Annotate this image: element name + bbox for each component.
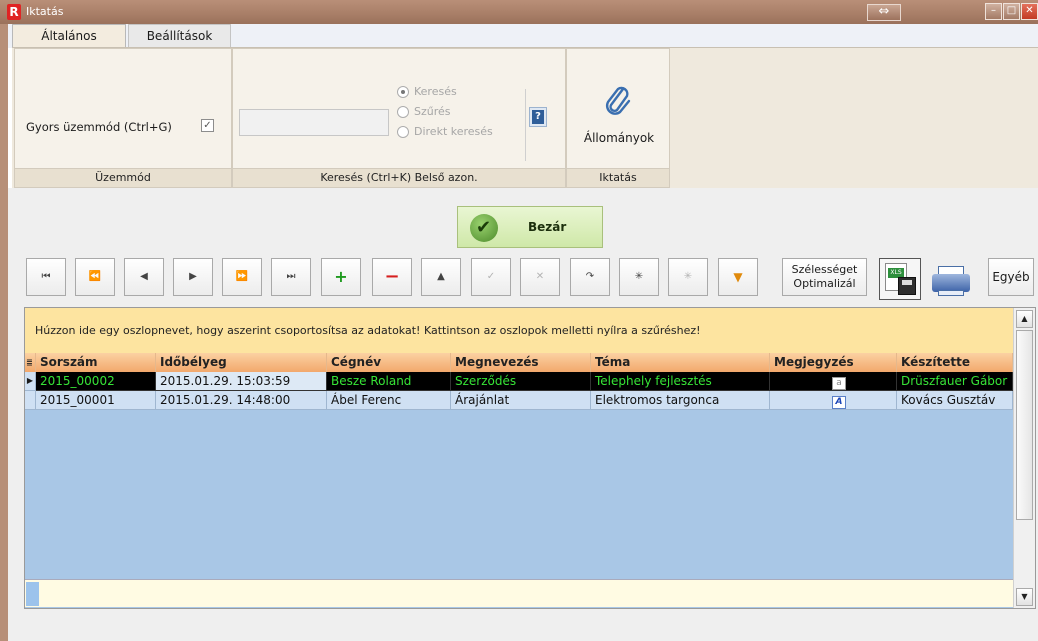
filing-group-title: Iktatás: [567, 168, 669, 187]
title-bar: R Iktatás ⇔ – □ ✕: [0, 0, 1038, 24]
scroll-up-button[interactable]: ▲: [1016, 310, 1033, 328]
table-row[interactable]: ▶ 2015_00002 2015.01.29. 15:03:59 Besze …: [25, 372, 1013, 391]
window-left-border: [0, 24, 8, 641]
search-group-title: Keresés (Ctrl+K) Belső azon.: [233, 168, 565, 187]
column-chooser-icon[interactable]: ≣: [25, 353, 36, 372]
prev-record-button[interactable]: ◀: [124, 258, 164, 296]
close-button[interactable]: Bezár: [457, 206, 603, 248]
quick-mode-checkbox[interactable]: ✓: [201, 119, 214, 132]
column-header-serial[interactable]: Sorszám: [36, 353, 156, 372]
radio-search-label: Keresés: [414, 85, 457, 98]
paperclip-icon[interactable]: [603, 85, 633, 119]
window-title: Iktatás: [26, 5, 64, 18]
next-record-button[interactable]: ▶: [173, 258, 213, 296]
post-edit-button[interactable]: ✓: [471, 258, 511, 296]
refresh-button[interactable]: ↷: [570, 258, 610, 296]
cell-name[interactable]: Árajánlat: [451, 391, 591, 410]
cell-author[interactable]: Kovács Gusztáv: [897, 391, 1013, 410]
optimize-width-label-line2: Optimalizál: [793, 277, 856, 290]
scroll-thumb[interactable]: [1016, 330, 1033, 520]
delete-record-button[interactable]: −: [372, 258, 412, 296]
next-page-button[interactable]: ⏩: [222, 258, 262, 296]
cell-name[interactable]: Szerződés: [451, 372, 591, 391]
cancel-edit-button[interactable]: ✕: [520, 258, 560, 296]
data-grid: Húzzon ide egy oszlopnevet, hogy aszerin…: [24, 307, 1036, 609]
save-disk-icon: [898, 277, 916, 295]
optimize-width-label-line1: Szélességet: [791, 263, 858, 276]
mode-group: Gyors üzemmód (Ctrl+G) ✓ Üzemmód: [14, 48, 232, 188]
last-record-button[interactable]: ⏭: [271, 258, 311, 296]
cell-company[interactable]: Besze Roland: [327, 372, 451, 391]
help-icon: ?: [532, 110, 544, 124]
cell-topic[interactable]: Telephely fejlesztés: [591, 372, 770, 391]
cell-timestamp[interactable]: 2015.01.29. 14:48:00: [156, 391, 327, 410]
add-record-button[interactable]: +: [321, 258, 361, 296]
tab-settings[interactable]: Beállítások: [128, 24, 231, 48]
radio-direct-search-indicator[interactable]: [397, 125, 409, 138]
close-window-button[interactable]: ✕: [1021, 3, 1038, 20]
optimize-width-button[interactable]: Szélességet Optimalizál: [782, 258, 867, 296]
print-button[interactable]: [930, 258, 972, 300]
grid-footer-row: [25, 579, 1013, 607]
group-by-panel[interactable]: Húzzon ide egy oszlopnevet, hogy aszerin…: [25, 308, 1013, 353]
footer-indicator: [26, 582, 39, 606]
resize-arrows-button[interactable]: ⇔: [867, 4, 901, 21]
vertical-scrollbar[interactable]: ▲ ▼: [1013, 308, 1035, 608]
mode-group-title: Üzemmód: [15, 168, 231, 187]
help-button[interactable]: ?: [529, 107, 547, 127]
row-indicator-empty: [25, 391, 36, 410]
cell-serial[interactable]: 2015_00001: [36, 391, 156, 410]
table-row[interactable]: 2015_00001 2015.01.29. 14:48:00 Ábel Fer…: [25, 391, 1013, 410]
column-header-name[interactable]: Megnevezés: [451, 353, 591, 372]
asterisk-button[interactable]: ✳: [619, 258, 659, 296]
radio-direct-search[interactable]: Direkt keresés: [397, 125, 493, 138]
checkmark-icon: [470, 214, 498, 242]
app-logo-icon: R: [7, 4, 21, 20]
cell-topic[interactable]: Elektromos targonca: [591, 391, 770, 410]
clear-asterisk-button[interactable]: ✳: [668, 258, 708, 296]
cell-author[interactable]: Drüszfauer Gábor: [897, 372, 1013, 391]
search-input[interactable]: [239, 109, 389, 136]
first-record-button[interactable]: ⏮: [26, 258, 66, 296]
cell-note[interactable]: A: [770, 391, 897, 410]
prev-page-button[interactable]: ⏪: [75, 258, 115, 296]
cell-timestamp[interactable]: 2015.01.29. 15:03:59: [156, 372, 327, 391]
tab-general[interactable]: Általános: [12, 24, 126, 48]
note-icon[interactable]: A: [832, 396, 846, 409]
cell-company[interactable]: Ábel Ferenc: [327, 391, 451, 410]
other-button[interactable]: Egyéb: [988, 258, 1034, 296]
maximize-button[interactable]: □: [1003, 3, 1020, 20]
radio-direct-search-label: Direkt keresés: [414, 125, 493, 138]
files-button-label[interactable]: Állományok: [567, 131, 671, 145]
group-by-hint: Húzzon ide egy oszlopnevet, hogy aszerin…: [35, 324, 701, 337]
scroll-down-button[interactable]: ▼: [1016, 588, 1033, 606]
cell-note[interactable]: a: [770, 372, 897, 391]
radio-filter-label: Szűrés: [414, 105, 451, 118]
column-header-note[interactable]: Megjegyzés: [770, 353, 897, 372]
cell-serial[interactable]: 2015_00002: [36, 372, 156, 391]
export-xls-button[interactable]: XLS: [879, 258, 921, 300]
quick-mode-label: Gyors üzemmód (Ctrl+G): [26, 120, 172, 134]
minimize-button[interactable]: –: [985, 3, 1002, 20]
filing-group: Állományok Iktatás: [566, 48, 670, 188]
printer-tray-icon: [938, 290, 964, 296]
search-group-separator: [525, 89, 526, 161]
close-button-label: Bezár: [528, 220, 567, 234]
radio-search[interactable]: Keresés: [397, 85, 457, 98]
filter-button[interactable]: ▼: [718, 258, 758, 296]
column-header-topic[interactable]: Téma: [591, 353, 770, 372]
note-icon[interactable]: a: [832, 377, 846, 390]
radio-filter-indicator[interactable]: [397, 105, 409, 118]
edit-record-button[interactable]: ▲: [421, 258, 461, 296]
search-group: Keresés Szűrés Direkt keresés ? Keresés …: [232, 48, 566, 188]
radio-search-indicator[interactable]: [397, 85, 409, 98]
column-header-company[interactable]: Cégnév: [327, 353, 451, 372]
column-header-timestamp[interactable]: Időbélyeg: [156, 353, 327, 372]
row-indicator-icon: ▶: [25, 372, 36, 391]
radio-filter[interactable]: Szűrés: [397, 105, 451, 118]
column-header-author[interactable]: Készítette: [897, 353, 1013, 372]
